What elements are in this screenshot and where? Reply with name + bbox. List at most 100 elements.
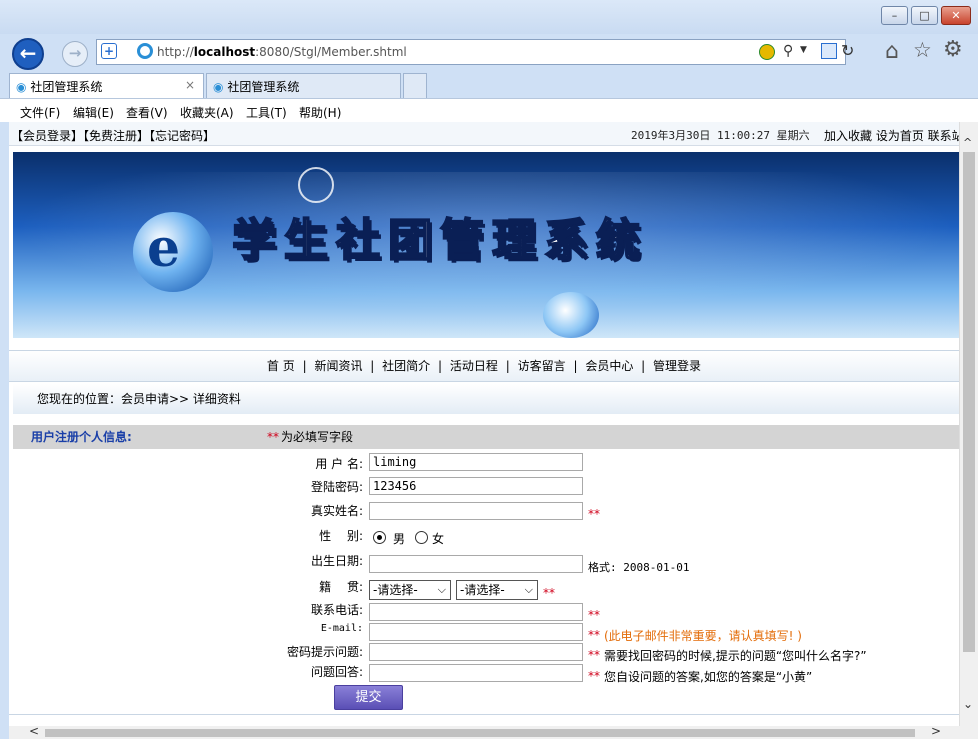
forward-arrow-icon: → <box>68 44 82 62</box>
breadcrumb: 您现在的位置：会员申请>> 详细资料 <box>13 384 959 414</box>
nav-separator: | <box>641 359 646 373</box>
city-select[interactable]: -请选择- ⌵ <box>456 580 538 600</box>
menu-help[interactable]: 帮助(H) <box>299 104 341 121</box>
origin-required: ** <box>543 586 555 600</box>
back-arrow-icon: ← <box>19 41 37 65</box>
email-input[interactable] <box>369 623 583 641</box>
top-right-links[interactable]: 加入收藏 设为首页 联系站 <box>824 127 959 144</box>
menu-favorites[interactable]: 收藏夹(A) <box>180 104 234 121</box>
ie-page-icon <box>137 43 153 59</box>
nav-member-center[interactable]: 会员中心 <box>585 359 633 373</box>
forward-button[interactable]: → <box>62 41 88 67</box>
vertical-scrollbar[interactable]: ^ ⌄ <box>959 122 978 726</box>
datetime-text: 2019年3月30日 11:00:27 星期六 <box>631 129 810 142</box>
compat-icon[interactable] <box>759 44 775 60</box>
question-required: ** <box>588 648 600 662</box>
realname-input[interactable] <box>369 502 583 520</box>
registration-header: 用户注册个人信息: ** 为必填写字段 <box>13 425 959 449</box>
scroll-right-icon[interactable]: > <box>931 724 941 738</box>
close-button[interactable]: ✕ <box>941 6 971 25</box>
phone-input[interactable] <box>369 603 583 621</box>
tab-close-icon[interactable]: × <box>185 78 195 92</box>
nav-club-intro[interactable]: 社团简介 <box>382 359 430 373</box>
settings-gear-icon[interactable]: ⚙ <box>943 37 963 62</box>
menu-view[interactable]: 查看(V) <box>126 104 168 121</box>
nav-home[interactable]: 首 页 <box>267 359 295 373</box>
minimize-button[interactable]: – <box>881 6 908 25</box>
menu-edit[interactable]: 编辑(E) <box>73 104 114 121</box>
rss-icon[interactable] <box>821 43 837 59</box>
email-label: E-mail: <box>320 623 363 634</box>
site-banner: e 学生社团管理系统 <box>13 152 959 338</box>
answer-input[interactable] <box>369 664 583 682</box>
birth-input[interactable] <box>369 555 583 573</box>
search-icon[interactable]: ⚲ <box>783 43 793 59</box>
password-label: 登陆密码: <box>310 480 363 494</box>
realname-label: 真实姓名: <box>310 504 363 518</box>
refresh-icon[interactable]: ↻ <box>841 41 854 60</box>
submit-button[interactable]: 提交 <box>334 685 403 710</box>
tab-label: 社团管理系统 <box>227 80 300 94</box>
question-input[interactable] <box>369 643 583 661</box>
menu-file[interactable]: 文件(F) <box>20 104 60 121</box>
home-icon[interactable]: ⌂ <box>885 39 899 64</box>
scroll-up-icon[interactable]: ^ <box>963 136 972 149</box>
maximize-button[interactable]: □ <box>911 6 938 25</box>
menu-tools[interactable]: 工具(T) <box>246 104 287 121</box>
nav-separator: | <box>438 359 443 373</box>
birth-label: 出生日期: <box>310 554 363 568</box>
chevron-down-icon: ⌵ <box>524 583 533 596</box>
footer-divider <box>9 714 959 715</box>
back-button[interactable]: ← <box>12 38 44 70</box>
horizontal-scroll-thumb[interactable] <box>45 729 915 737</box>
breadcrumb-text: 您现在的位置：会员申请>> 详细资料 <box>37 392 241 406</box>
username-input[interactable]: liming <box>369 453 583 471</box>
nav-separator: | <box>302 359 307 373</box>
page-viewport: 【会员登录】【免费注册】【忘记密码】 2019年3月30日 11:00:27 星… <box>9 122 959 726</box>
bubble-icon <box>298 167 334 203</box>
horizontal-scrollbar[interactable]: < > <box>9 724 978 739</box>
chevron-down-icon: ⌵ <box>437 583 446 596</box>
answer-hint: 您自设问题的答案,如您的答案是“小黄” <box>604 670 813 684</box>
nav-news[interactable]: 新闻资讯 <box>314 359 362 373</box>
answer-label: 问题回答: <box>310 665 363 679</box>
realname-required: ** <box>588 507 600 521</box>
gender-male-label[interactable]: 男 <box>393 530 405 547</box>
nav-guestbook[interactable]: 访客留言 <box>518 359 566 373</box>
address-bar[interactable]: + http://localhost:8080/Stgl/Member.shtm… <box>96 39 854 65</box>
required-stars: ** <box>267 430 279 444</box>
gender-female-radio[interactable] <box>415 531 428 544</box>
small-globe-icon <box>543 292 599 338</box>
menu-bar: 文件(F) 编辑(E) 查看(V) 收藏夹(A) 工具(T) 帮助(H) <box>0 98 978 122</box>
phone-required: ** <box>588 608 600 622</box>
email-hint: (此电子邮件非常重要，请认真填写! ) <box>604 629 802 643</box>
new-tab-button[interactable] <box>403 73 427 98</box>
password-input[interactable]: 123456 <box>369 477 583 495</box>
tab-inactive[interactable]: ◉ 社团管理系统 <box>206 73 401 98</box>
gender-female-label[interactable]: 女 <box>432 530 444 547</box>
tab-strip: ◉ 社团管理系统 × ◉ 社团管理系统 <box>0 72 978 98</box>
nav-admin-login[interactable]: 管理登录 <box>653 359 701 373</box>
nav-activities[interactable]: 活动日程 <box>450 359 498 373</box>
email-required: ** <box>588 628 600 642</box>
ie-logo-letter: e <box>147 218 181 279</box>
gender-label: 性 别: <box>319 529 363 543</box>
gender-male-radio[interactable] <box>373 531 386 544</box>
province-select-value: -请选择- <box>373 583 418 597</box>
url-text[interactable]: http://localhost:8080/Stgl/Member.shtml <box>157 45 407 59</box>
window-title-bar: – □ ✕ <box>0 0 978 34</box>
top-account-links[interactable]: 【会员登录】【免费注册】【忘记密码】 <box>11 127 215 144</box>
shield-icon[interactable]: + <box>101 43 117 59</box>
province-select[interactable]: -请选择- ⌵ <box>369 580 451 600</box>
favorites-star-icon[interactable]: ☆ <box>913 38 932 62</box>
origin-label: 籍 贯: <box>319 580 363 594</box>
ie-tab-icon: ◉ <box>213 80 224 94</box>
scroll-left-icon[interactable]: < <box>29 724 39 738</box>
tab-active[interactable]: ◉ 社团管理系统 × <box>9 73 204 98</box>
vertical-scroll-thumb[interactable] <box>963 152 975 652</box>
nav-separator: | <box>370 359 375 373</box>
tab-label: 社团管理系统 <box>30 80 103 94</box>
dropdown-arrow-icon[interactable]: ▼ <box>800 45 807 55</box>
scroll-down-icon[interactable]: ⌄ <box>963 697 973 711</box>
main-nav: 首 页 | 新闻资讯 | 社团简介 | 活动日程 | 访客留言 | 会员中心 |… <box>9 350 959 382</box>
